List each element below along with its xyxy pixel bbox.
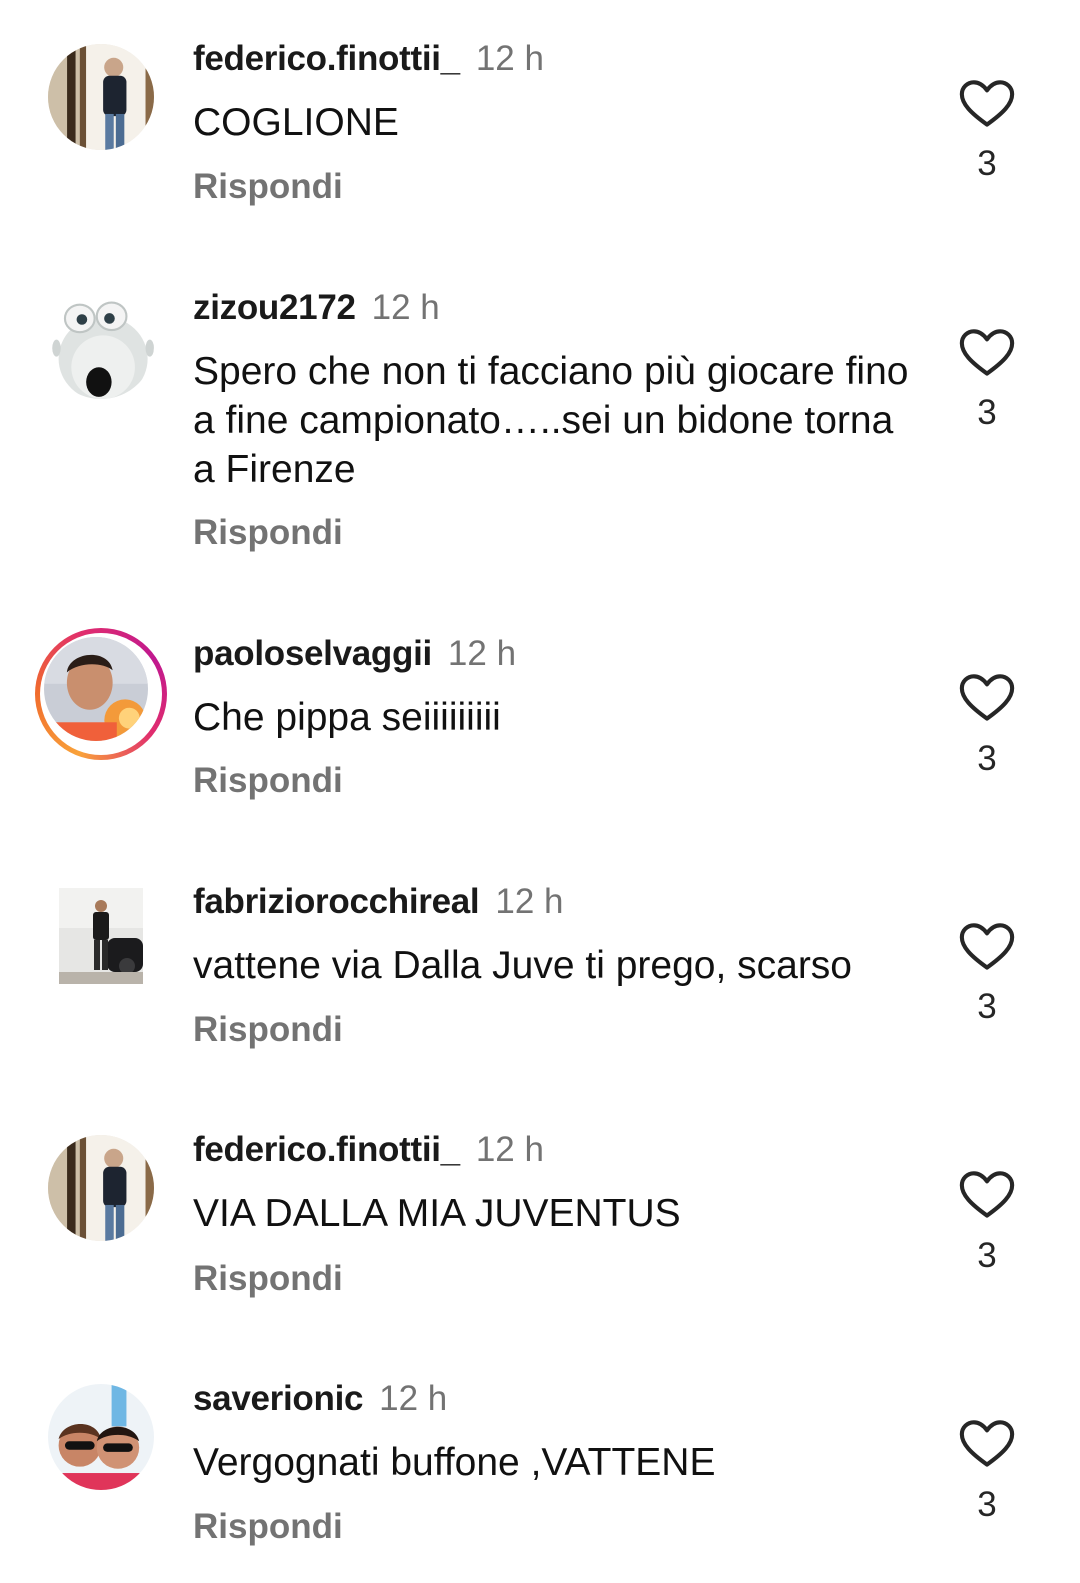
timestamp: 12 h [495, 882, 564, 921]
like-count: 3 [977, 1485, 997, 1524]
heart-outline-icon [959, 80, 1015, 127]
reply-button[interactable]: Rispondi [193, 1257, 343, 1301]
comment-header: zizou2172 12 h [193, 286, 440, 330]
avatar[interactable] [48, 1384, 154, 1490]
comment-text: Vergognati buffone ,VATTENE [193, 1441, 716, 1484]
comment-item: fabriziorocchireal 12 h vattene via Dalla… [0, 840, 1080, 1080]
like-count: 3 [977, 144, 997, 183]
timestamp: 12 h [475, 1130, 544, 1169]
avatar-photo [48, 1384, 154, 1490]
comment-item: federico.finottii_ 12 h COGLIONE Rispondi… [0, 0, 1080, 240]
avatar[interactable] [59, 888, 143, 984]
username-link[interactable]: federico.finottii_ [193, 1130, 460, 1169]
heart-outline-icon [959, 674, 1015, 721]
comment-text: Spero che non ti facciano più giocare fi… [193, 350, 909, 491]
like-count: 3 [977, 1236, 997, 1275]
like-button[interactable] [958, 923, 1016, 971]
reply-button[interactable]: Rispondi [193, 1505, 343, 1549]
like-button[interactable] [958, 674, 1016, 722]
avatar-photo [59, 888, 143, 984]
avatar-photo [48, 1135, 154, 1241]
username-link[interactable]: fabriziorocchireal [193, 882, 480, 921]
reply-button[interactable]: Rispondi [193, 165, 343, 209]
comment-header: fabriziorocchireal 12 h [193, 880, 563, 924]
avatar-photo [48, 44, 154, 150]
comment-text: vattene via Dalla Juve ti prego, scarso [193, 944, 853, 987]
avatar[interactable] [48, 293, 154, 399]
comment-item: saverionic 12 h Vergognati buffone ,VATTE… [0, 1340, 1080, 1583]
timestamp: 12 h [379, 1379, 448, 1418]
reply-button[interactable]: Rispondi [193, 511, 343, 555]
story-ring-avatar[interactable] [35, 628, 167, 760]
username-link[interactable]: federico.finottii_ [193, 39, 460, 78]
avatar-photo [44, 637, 148, 741]
heart-outline-icon [959, 329, 1015, 376]
comment-header: federico.finottii_ 12 h [193, 37, 544, 81]
like-button[interactable] [958, 1171, 1016, 1219]
avatar [44, 637, 148, 741]
username-link[interactable]: paoloselvaggii [193, 634, 432, 673]
avatar[interactable] [48, 44, 154, 150]
username-link[interactable]: saverionic [193, 1379, 363, 1418]
heart-outline-icon [959, 1420, 1015, 1467]
heart-outline-icon [959, 923, 1015, 970]
reply-button[interactable]: Rispondi [193, 1008, 343, 1052]
username-link[interactable]: zizou2172 [193, 288, 356, 327]
like-count: 3 [977, 393, 997, 432]
heart-outline-icon [959, 1171, 1015, 1218]
comment-item: zizou2172 12 h Spero che non ti facciano … [0, 249, 1080, 589]
comment-text: COGLIONE [193, 101, 399, 144]
comment-item: federico.finottii_ 12 h VIA DALLA MIA JUV… [0, 1091, 1080, 1331]
avatar[interactable] [48, 1135, 154, 1241]
like-button[interactable] [958, 329, 1016, 377]
like-count: 3 [977, 739, 997, 778]
comment-header: saverionic 12 h [193, 1377, 447, 1421]
avatar-photo [48, 293, 154, 399]
comment-text: VIA DALLA MIA JUVENTUS [193, 1192, 681, 1235]
like-button[interactable] [958, 80, 1016, 128]
timestamp: 12 h [475, 39, 544, 78]
comment-text: Che pippa seiiiiiiiii [193, 696, 501, 739]
like-count: 3 [977, 987, 997, 1026]
comment-header: federico.finottii_ 12 h [193, 1128, 544, 1172]
timestamp: 12 h [447, 634, 517, 673]
comment-header: paoloselvaggii 12 h [193, 632, 516, 676]
timestamp: 12 h [371, 288, 440, 327]
like-button[interactable] [958, 1420, 1016, 1468]
reply-button[interactable]: Rispondi [193, 759, 343, 803]
